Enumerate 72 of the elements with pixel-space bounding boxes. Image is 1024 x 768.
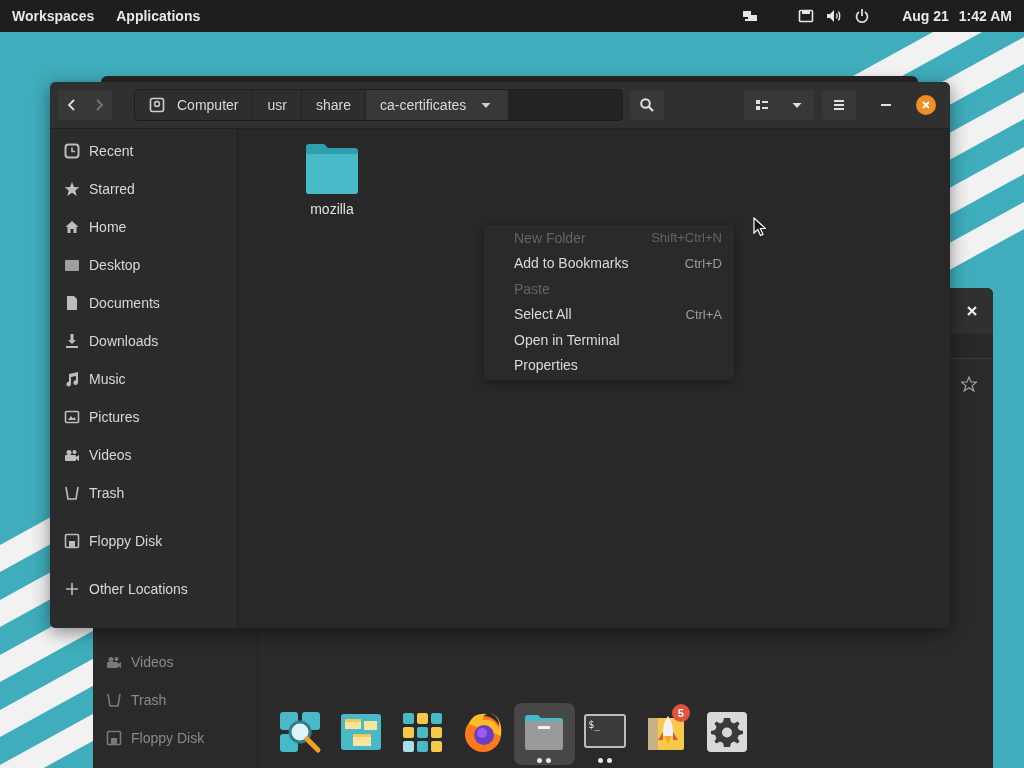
trash-icon [64, 485, 80, 501]
date-text[interactable]: Aug 21 [902, 8, 949, 24]
menu-item[interactable]: Select All Ctrl+A [484, 301, 734, 327]
folder-icon[interactable] [304, 141, 360, 197]
download-icon [64, 333, 80, 349]
close-icon [921, 100, 931, 110]
sidebar-item[interactable]: Downloads [89, 333, 159, 349]
menu-item[interactable]: Add to Bookmarks Ctrl+D [484, 250, 734, 276]
sidebar-item[interactable]: Trash [89, 485, 125, 501]
clock-text[interactable]: 1:42 AM [958, 8, 1012, 24]
sidebar-item[interactable]: Home [89, 219, 127, 235]
dock-item[interactable]: $_ [574, 703, 636, 765]
screen-icon[interactable] [798, 8, 815, 24]
magnifier-icon[interactable] [277, 710, 322, 754]
notification-badge: 5 [671, 704, 690, 722]
menu-item: Paste [513, 279, 551, 299]
search-button[interactable] [630, 90, 664, 120]
sidebar-item[interactable]: Videos [131, 654, 174, 670]
star-icon[interactable] [961, 376, 977, 392]
sidebar-item[interactable]: Other Locations [89, 581, 188, 597]
video-camera-icon [64, 447, 80, 463]
path-segment[interactable]: Computer [135, 90, 254, 120]
sidebar-item[interactable]: Recent [89, 143, 134, 159]
star-icon [64, 181, 80, 197]
dock-item[interactable]: 5 [635, 703, 697, 765]
shortcut-text: Ctrl+D [684, 255, 722, 271]
sidebar-item[interactable]: Trash [131, 692, 167, 708]
home-icon [64, 219, 80, 235]
video-camera-icon [106, 654, 122, 670]
top-bar-menu[interactable]: Workspaces [12, 8, 95, 24]
trash-icon [106, 692, 122, 708]
minimize-icon [881, 104, 891, 106]
shortcut-text: Shift+Ctrl+N [651, 230, 722, 246]
sidebar-item[interactable]: Floppy Disk [131, 730, 205, 746]
picture-icon [64, 409, 80, 425]
mouse-pointer-icon [753, 217, 766, 237]
gear-icon[interactable] [705, 710, 750, 754]
menu-button[interactable] [822, 90, 856, 120]
list-icon [753, 97, 770, 113]
drive-icon [149, 97, 165, 113]
sidebar-item[interactable]: Floppy Disk [89, 533, 163, 549]
plus-icon [64, 581, 80, 597]
document-icon [64, 295, 80, 311]
file-name[interactable]: mozilla [310, 201, 354, 217]
path-segment[interactable]: share [301, 90, 366, 120]
clock-icon [64, 143, 80, 159]
speaker-icon[interactable] [826, 8, 843, 24]
menu-icon [831, 97, 847, 113]
menu-item[interactable]: Properties [484, 352, 734, 378]
sidebar-item[interactable]: Documents [89, 295, 160, 311]
close-button[interactable] [916, 95, 936, 115]
power-icon[interactable] [854, 8, 871, 24]
sidebar-item[interactable]: Desktop [89, 257, 141, 273]
sidebar-item[interactable]: Videos [89, 447, 132, 463]
close-icon [965, 305, 978, 317]
close-button[interactable] [950, 288, 993, 334]
running-indicator [537, 758, 552, 763]
sidebar-item[interactable]: Pictures [89, 409, 140, 425]
dock-item[interactable] [513, 703, 575, 765]
sidebar-item[interactable]: Music [89, 371, 126, 387]
shortcut-text: Ctrl+A [685, 306, 722, 322]
top-bar-menu[interactable]: Applications [116, 8, 201, 24]
path-segment[interactable]: usr [253, 90, 302, 120]
menu-item[interactable]: Open in Terminal [484, 327, 734, 353]
menu-item: New Folder Shift+Ctrl+N [513, 228, 723, 248]
music-note-icon [64, 371, 80, 387]
path-segment[interactable]: ca-certificates [365, 90, 510, 120]
desktop-icon [64, 257, 80, 273]
running-indicator [598, 758, 613, 763]
display-icon[interactable] [742, 8, 759, 24]
sidebar-item[interactable]: Starred [89, 181, 135, 197]
search-icon [639, 97, 655, 113]
